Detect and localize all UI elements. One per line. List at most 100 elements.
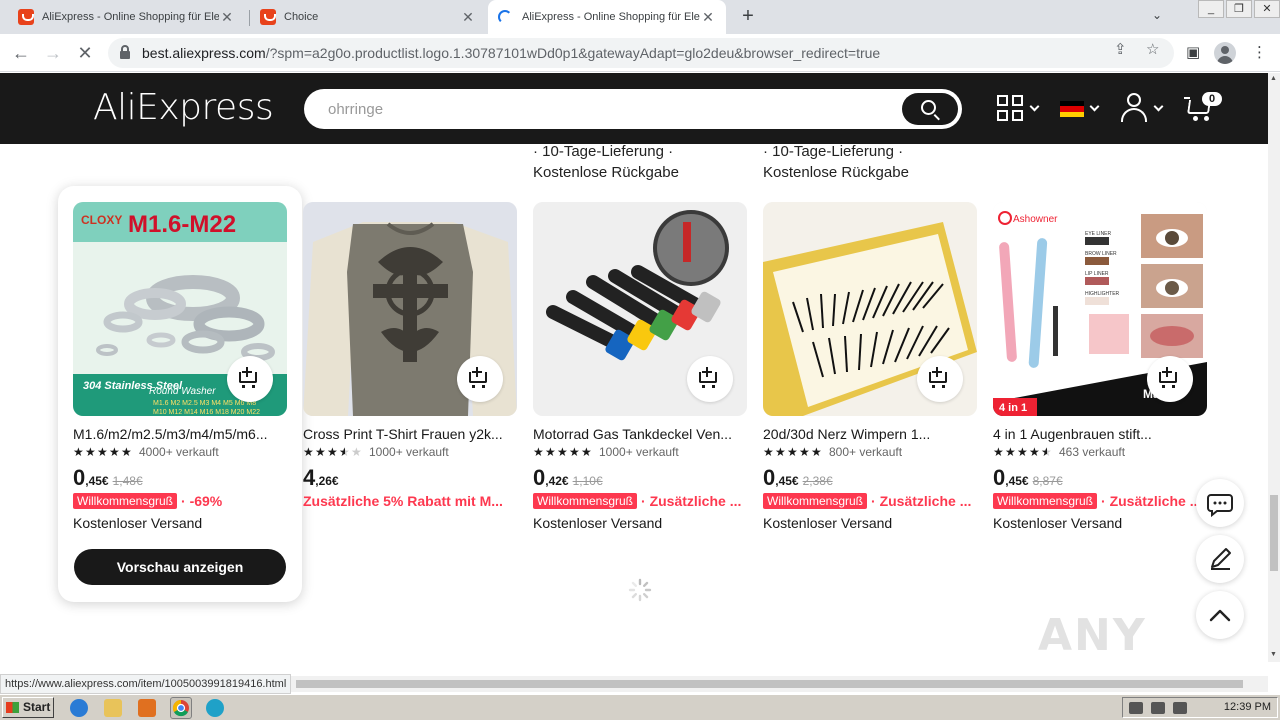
loading-spinner-icon	[498, 10, 512, 24]
close-window-button[interactable]: ✕	[1254, 0, 1280, 18]
pen-label-4: HIGHLIGHTER	[1085, 291, 1120, 297]
scrollbar-thumb[interactable]	[1270, 495, 1278, 571]
product-feed: · 10-Tage-Lieferung · Kostenlose Rückgab…	[0, 144, 1268, 662]
feedback-button[interactable]	[1196, 535, 1244, 583]
edge-icon[interactable]	[206, 699, 224, 717]
star-rating-icon: ★ ★ ★ ★ ★	[993, 445, 1052, 459]
product-image[interactable]	[303, 202, 517, 416]
tab-close-icon[interactable]: ✕	[460, 9, 476, 26]
product-image[interactable]	[763, 202, 977, 416]
chevron-down-icon[interactable]	[1153, 101, 1164, 112]
app-qr-icon[interactable]	[997, 95, 1023, 121]
product-title[interactable]: M1.6/m2/m2.5/m3/m4/m5/m6...	[73, 425, 287, 443]
washer-sizes-1: M1.6 M2 M2.5 M3 M4 M5 M6 M8	[153, 400, 256, 407]
product-title[interactable]: Motorrad Gas Tankdeckel Ven...	[533, 425, 747, 443]
add-to-cart-button[interactable]	[227, 356, 273, 402]
product-image[interactable]: CLOXY M1.6-M22 304 Stainless Steel Round…	[73, 202, 287, 416]
shipping-info: Kostenloser Versand	[763, 515, 893, 531]
product-image[interactable]: Ashowner EYE LINER BROW LINER LIP LINER …	[993, 202, 1207, 416]
chevron-down-icon[interactable]	[1089, 101, 1100, 112]
sold-count: 800+ verkauft	[829, 445, 903, 459]
share-icon[interactable]: ⇪	[1114, 40, 1127, 58]
promo-line: Willkommensgruß · Zusätzliche ...	[533, 491, 747, 511]
scroll-up-arrow-icon[interactable]: ▲	[1270, 75, 1277, 82]
product-card[interactable]: Motorrad Gas Tankdeckel Ven... ★ ★ ★ ★ ★ 100…	[533, 202, 747, 531]
aliexpress-logo[interactable]: AliExpress	[93, 87, 274, 128]
cart-plus-icon	[469, 367, 487, 383]
start-button[interactable]: Start	[2, 697, 54, 718]
forward-arrow-icon[interactable]: →	[42, 42, 64, 64]
scrollbar-thumb[interactable]	[296, 680, 1243, 688]
tab-title: Choice	[284, 11, 319, 23]
address-bar[interactable]: best.aliexpress.com/?spm=a2g0o.productli…	[108, 38, 1174, 68]
search-button[interactable]	[902, 93, 958, 125]
tab-title: AliExpress - Online Shopping für Elek	[522, 11, 700, 23]
restore-button[interactable]: ❐	[1226, 0, 1252, 18]
product-title[interactable]: Cross Print T-Shirt Frauen y2k...	[303, 425, 517, 443]
profile-avatar-icon[interactable]	[1214, 42, 1236, 64]
account-user-icon[interactable]	[1121, 93, 1147, 122]
flag-icon[interactable]	[1173, 702, 1187, 714]
volume-icon[interactable]	[1129, 702, 1143, 714]
germany-flag-icon[interactable]	[1060, 101, 1084, 117]
browser-tab-active[interactable]: AliExpress - Online Shopping für Elek ✕	[488, 0, 726, 34]
product-title[interactable]: 4 in 1 Augenbrauen stift...	[993, 425, 1207, 443]
product-card[interactable]: Ashowner EYE LINER BROW LINER LIP LINER …	[993, 202, 1207, 531]
link-status-bar: https://www.aliexpress.com/item/10050039…	[0, 674, 292, 694]
back-arrow-icon[interactable]: ←	[10, 42, 32, 64]
preview-button[interactable]: Vorschau anzeigen	[74, 549, 286, 585]
add-to-cart-button[interactable]	[457, 356, 503, 402]
product-card[interactable]: CLOXY M1.6-M22 304 Stainless Steel Round…	[73, 202, 287, 531]
promo-line: Willkommensgruß · -69%	[73, 491, 287, 511]
media-player-icon[interactable]	[138, 699, 156, 717]
tab-close-icon[interactable]: ✕	[700, 9, 716, 26]
browser-tab[interactable]: AliExpress - Online Shopping für Elek ✕	[8, 0, 245, 34]
chat-button[interactable]	[1196, 479, 1244, 527]
system-tray: 12:39 PM	[1122, 697, 1278, 718]
new-tab-button[interactable]: +	[737, 5, 759, 27]
product-price: 0,42€ 1,10€	[533, 465, 603, 490]
folder-icon[interactable]	[104, 699, 122, 717]
side-panel-icon[interactable]: ▣	[1186, 43, 1200, 61]
product-rating: ★ ★ ★ ★ ★ 1000+ verkauft	[303, 443, 517, 461]
vertical-scrollbar[interactable]: ▲ ▼	[1268, 73, 1280, 662]
add-to-cart-button[interactable]	[1147, 356, 1193, 402]
internet-explorer-icon[interactable]	[70, 699, 88, 717]
taskbar-chrome-button[interactable]	[170, 697, 192, 719]
tab-search-chevron-icon[interactable]: ⌄	[1152, 8, 1162, 22]
cart-plus-icon	[1159, 367, 1177, 383]
minimize-button[interactable]: _	[1198, 0, 1224, 18]
search-icon	[921, 100, 936, 115]
original-price: 1,48€	[112, 474, 143, 488]
welcome-deal-badge: Willkommensgruß	[73, 493, 178, 509]
star-rating-icon: ★ ★ ★ ★ ★	[303, 445, 362, 459]
product-card[interactable]: Cross Print T-Shirt Frauen y2k... ★ ★ ★ ★ ★ …	[303, 202, 517, 511]
cart-plus-icon	[699, 367, 717, 383]
chevron-down-icon[interactable]	[1029, 101, 1040, 112]
add-to-cart-button[interactable]	[917, 356, 963, 402]
product-card[interactable]: 20d/30d Nerz Wimpern 1... ★ ★ ★ ★ ★ 800+ ver…	[763, 202, 977, 531]
network-icon[interactable]	[1151, 702, 1165, 714]
star-rating-icon: ★ ★ ★ ★ ★	[763, 445, 822, 459]
chrome-icon	[172, 699, 189, 717]
shipping-info: Kostenloser Versand	[533, 515, 663, 531]
tab-close-icon[interactable]: ✕	[219, 9, 235, 26]
menu-kebab-icon[interactable]: ⋮	[1252, 43, 1267, 61]
product-image[interactable]	[533, 202, 747, 416]
product-title[interactable]: 20d/30d Nerz Wimpern 1...	[763, 425, 977, 443]
sold-count: 463 verkauft	[1059, 445, 1126, 459]
search-input[interactable]	[328, 99, 888, 119]
delivery-text: · 10-Tage-Lieferung ·	[763, 144, 904, 160]
browser-tab[interactable]: Choice ✕	[250, 0, 486, 34]
discount-text: · -69%	[181, 493, 223, 509]
discount-text: · Zusätzliche ...	[1101, 493, 1202, 509]
cart-plus-icon	[239, 367, 257, 383]
bookmark-star-icon[interactable]: ☆	[1146, 40, 1159, 58]
washer-size-range: M1.6-M22	[128, 211, 236, 238]
washer-sizes-2: M10 M12 M14 M16 M18 M20 M22	[153, 409, 260, 416]
add-to-cart-button[interactable]	[687, 356, 733, 402]
stop-loading-icon[interactable]: ✕	[74, 42, 96, 64]
scroll-down-arrow-icon[interactable]: ▼	[1270, 651, 1277, 658]
welcome-deal-badge: Willkommensgruß	[763, 493, 868, 509]
product-rating: ★ ★ ★ ★ ★ 463 verkauft	[993, 443, 1207, 461]
